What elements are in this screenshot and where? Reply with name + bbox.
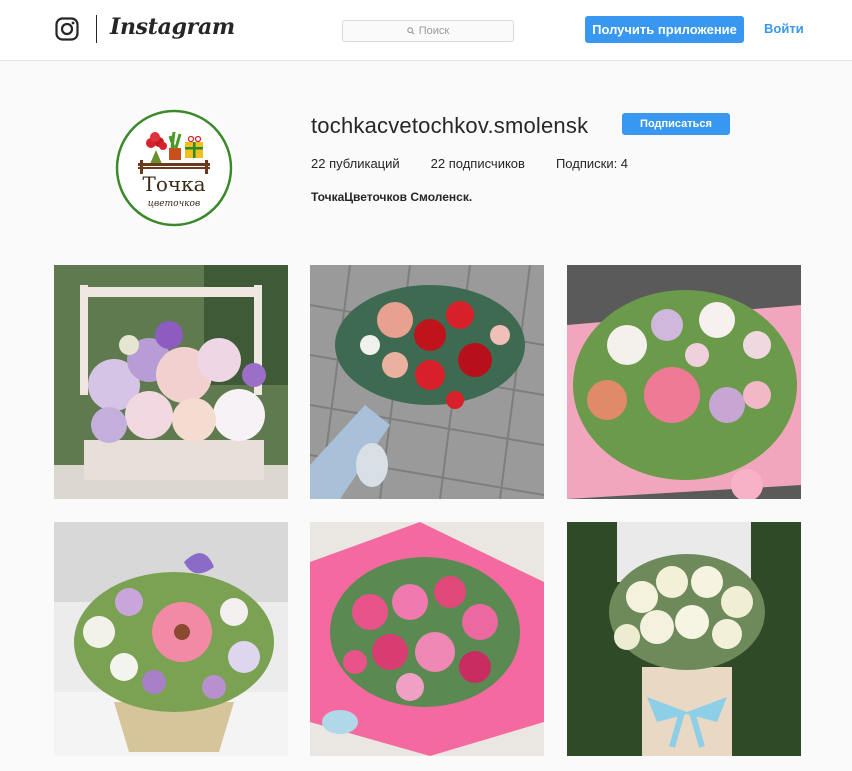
- top-navbar: Instagram Поиск Получить приложение Войт…: [0, 0, 852, 61]
- post-thumbnail-4[interactable]: [54, 522, 288, 756]
- post-thumbnail-5[interactable]: [310, 522, 544, 756]
- post-thumbnail-3[interactable]: [567, 265, 801, 499]
- profile-stats: 22 публикаций 22 подписчиков Подписки: 4: [311, 156, 659, 171]
- post-thumbnail-1[interactable]: [54, 265, 288, 499]
- logo-subtitle: цветочков: [148, 199, 200, 209]
- login-link[interactable]: Войти: [764, 21, 804, 36]
- following-count[interactable]: Подписки: 4: [556, 156, 628, 171]
- follow-button[interactable]: Подписаться: [622, 113, 730, 135]
- search-input[interactable]: Поиск: [342, 20, 514, 42]
- posts-count: 22 публикаций: [311, 156, 400, 171]
- logo-title: Точка: [142, 172, 205, 196]
- search-placeholder: Поиск: [418, 25, 450, 37]
- instagram-wordmark[interactable]: Instagram: [110, 14, 235, 40]
- header-divider: [96, 15, 97, 43]
- profile-avatar[interactable]: Точка цветочков: [114, 108, 234, 228]
- followers-count[interactable]: 22 подписчиков: [431, 156, 525, 171]
- search-icon: [407, 27, 415, 35]
- shop-logo: Точка цветочков: [115, 109, 233, 227]
- get-app-button[interactable]: Получить приложение: [585, 16, 744, 43]
- profile-username: tochkacvetochkov.smolensk: [311, 113, 589, 138]
- profile-full-name: ТочкаЦветочков Смоленск.: [311, 190, 473, 204]
- post-thumbnail-6[interactable]: [567, 522, 801, 756]
- post-thumbnail-2[interactable]: [310, 265, 544, 499]
- instagram-glyph-icon[interactable]: [55, 17, 79, 41]
